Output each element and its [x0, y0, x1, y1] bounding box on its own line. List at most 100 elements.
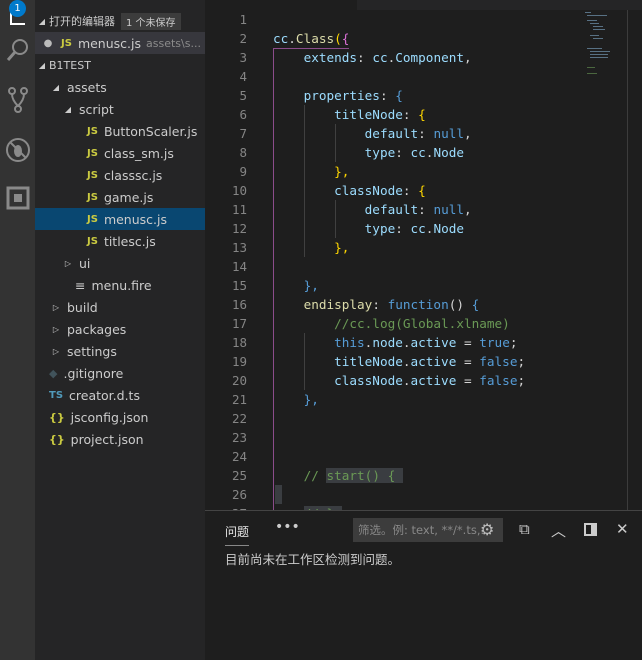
tree-item-settings[interactable]: ▷ settings	[35, 340, 205, 362]
explorer-icon[interactable]: 1	[0, 0, 35, 30]
code-line[interactable]: properties: {	[273, 86, 403, 105]
file-icon: ≡	[75, 277, 86, 293]
code-token: {	[395, 88, 403, 103]
json-file-icon: {}	[49, 410, 65, 424]
tree-item-label: game.js	[103, 189, 154, 205]
project-header[interactable]: ◢ B1TEST	[35, 54, 205, 76]
code-line[interactable]: extends: cc.Component,	[273, 48, 472, 67]
code-line[interactable]: },	[273, 162, 349, 181]
code-line[interactable]: endisplay: function() {	[273, 295, 480, 314]
tree-item-class-sm-js[interactable]: JS class_sm.js	[35, 142, 205, 164]
code-token: :	[379, 88, 396, 103]
unsaved-badge: 1	[9, 0, 26, 17]
git-file-icon: ◆	[49, 366, 58, 380]
close-panel-icon[interactable]: ✕	[616, 520, 629, 538]
code-token: :	[418, 126, 434, 141]
code-line[interactable]: titleNode.active = false;	[273, 352, 525, 371]
debug-icon[interactable]	[0, 130, 35, 170]
code-line[interactable]: classNode.active = false;	[273, 371, 525, 390]
filter-settings-gear-icon[interactable]: ⚙	[480, 520, 494, 539]
collapse-all-icon[interactable]: ⧉	[519, 520, 530, 538]
code-token: start() {	[326, 468, 403, 483]
code-line[interactable]: },	[273, 390, 319, 409]
minimap[interactable]	[585, 10, 630, 75]
code-editor[interactable]: 1 2 3 4 5 6 7 8 9 10 11 12 13 14 15 16 17 18 19 20 21 22 23 24 2…	[205, 0, 642, 510]
code-token: .	[402, 335, 411, 350]
code-line[interactable]: default: null,	[273, 200, 472, 219]
tree-item-build[interactable]: ▷ build	[35, 296, 205, 318]
code-line[interactable]: type: cc.Node	[273, 219, 464, 238]
line-number: 10	[231, 183, 247, 198]
tree-item-game-js[interactable]: JS game.js	[35, 186, 205, 208]
code-token: =	[456, 354, 480, 369]
code-line[interactable]: titleNode: {	[273, 105, 426, 124]
code-line[interactable]: cc.Class({	[273, 29, 349, 48]
tree-item-script[interactable]: ◢ script	[35, 98, 205, 120]
tree-item-label: menusc.js	[103, 211, 167, 227]
tree-item-creator-d-ts[interactable]: TS creator.d.ts	[35, 384, 205, 406]
chevron-right-icon: ▷	[52, 324, 60, 334]
code-token: Node	[433, 145, 464, 160]
code-token: ,	[464, 202, 472, 217]
code-token: classNode	[334, 373, 403, 388]
open-editor-item[interactable]: ● JS menusc.js assets\s...	[35, 32, 205, 54]
active-tab[interactable]	[205, 0, 357, 10]
code-line[interactable]: default: null,	[273, 124, 472, 143]
tree-item-menusc-js[interactable]: JS menusc.js	[35, 208, 205, 230]
code-token: :	[357, 50, 373, 65]
tree-item-menu-fire[interactable]: ≡ menu.fire	[35, 274, 205, 296]
open-editors-title: 打开的编辑器	[49, 15, 115, 28]
selection-highlight	[275, 485, 282, 504]
code-line[interactable]: },	[273, 276, 319, 295]
code-line[interactable]: // start() {	[273, 466, 403, 485]
source-control-icon[interactable]	[0, 80, 35, 120]
open-editors-header[interactable]: ◢ 打开的编辑器 1 个未保存	[35, 10, 205, 32]
search-icon[interactable]	[0, 30, 35, 70]
code-token: titleNode	[334, 107, 403, 122]
dirty-dot-icon[interactable]: ●	[35, 38, 61, 49]
code-token: =	[456, 335, 480, 350]
tree-item-label: .gitignore	[63, 365, 124, 381]
code-token: {	[471, 297, 480, 312]
vertical-scrollbar[interactable]	[627, 10, 628, 510]
tree-item-label: jsconfig.json	[70, 409, 149, 425]
more-actions-button[interactable]: •••	[275, 519, 300, 535]
tree-item-classsc-js[interactable]: JS classsc.js	[35, 164, 205, 186]
js-file-icon: JS	[87, 191, 98, 203]
code-token: {	[418, 107, 426, 122]
tree-item-packages[interactable]: ▷ packages	[35, 318, 205, 340]
extensions-icon[interactable]	[0, 178, 35, 218]
tab-problems[interactable]: 问题	[225, 523, 250, 546]
tree-item-assets[interactable]: ◢ assets	[35, 76, 205, 98]
code-token: :	[418, 202, 434, 217]
code-token: active	[410, 354, 457, 369]
tree-item-titlesc-js[interactable]: JS titlesc.js	[35, 230, 205, 252]
tree-item-buttonscaler-js[interactable]: JS ButtonScaler.js	[35, 120, 205, 142]
indent-guide	[304, 333, 305, 390]
code-token: node	[372, 335, 403, 350]
code-token: false	[479, 373, 518, 388]
tree-item--gitignore[interactable]: ◆ .gitignore	[35, 362, 205, 384]
code-token: function	[387, 297, 449, 312]
code-token: false	[479, 354, 518, 369]
line-number: 3	[239, 50, 247, 65]
maximize-panel-chevron-up-icon[interactable]: ︿	[551, 520, 566, 541]
tree-item-label: ButtonScaler.js	[103, 123, 198, 139]
line-number: 13	[231, 240, 247, 255]
code-token: cc	[372, 50, 388, 65]
code-token: .	[288, 31, 296, 46]
code-line[interactable]: classNode: {	[273, 181, 426, 200]
tree-item-label: class_sm.js	[103, 145, 174, 161]
code-line[interactable]: type: cc.Node	[273, 143, 464, 162]
tree-item-jsconfig-json[interactable]: {} jsconfig.json	[35, 406, 205, 428]
toggle-panel-position-icon[interactable]	[584, 523, 597, 536]
code-line[interactable]: //cc.log(Global.xlname)	[273, 314, 510, 333]
tree-item-project-json[interactable]: {} project.json	[35, 428, 205, 450]
tree-item-ui[interactable]: ▷ ui	[35, 252, 205, 274]
line-number: 26	[231, 487, 247, 502]
code-line[interactable]: this.node.active = true;	[273, 333, 517, 352]
code-line[interactable]: },	[273, 238, 349, 257]
